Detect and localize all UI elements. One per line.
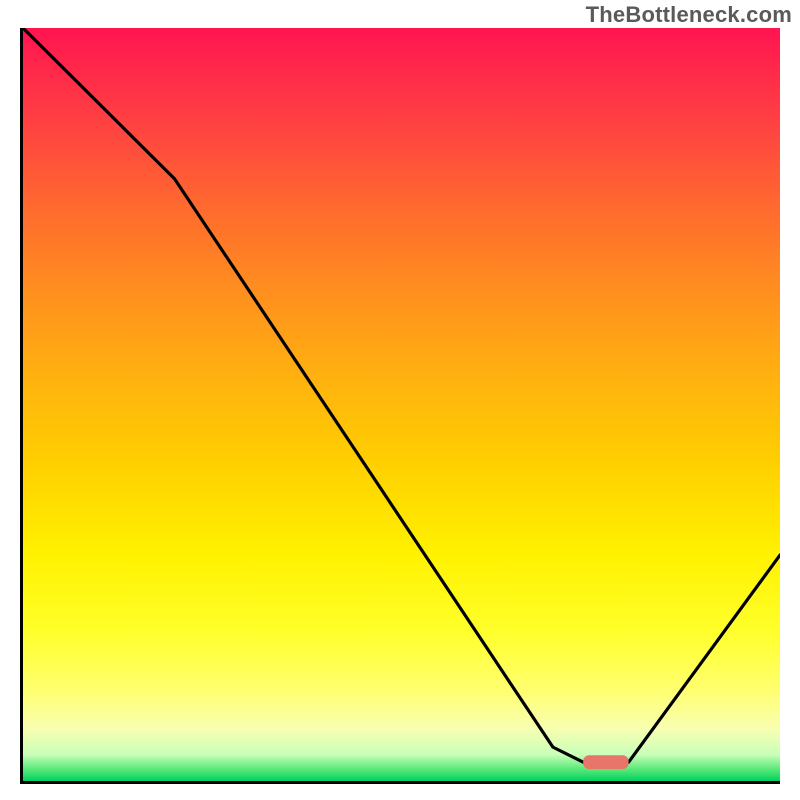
chart-container: TheBottleneck.com (0, 0, 800, 800)
curve-layer (23, 28, 780, 781)
plot-area (20, 28, 780, 784)
bottleneck-curve (23, 28, 780, 762)
optimal-marker (583, 755, 628, 769)
watermark-label: TheBottleneck.com (586, 2, 792, 28)
